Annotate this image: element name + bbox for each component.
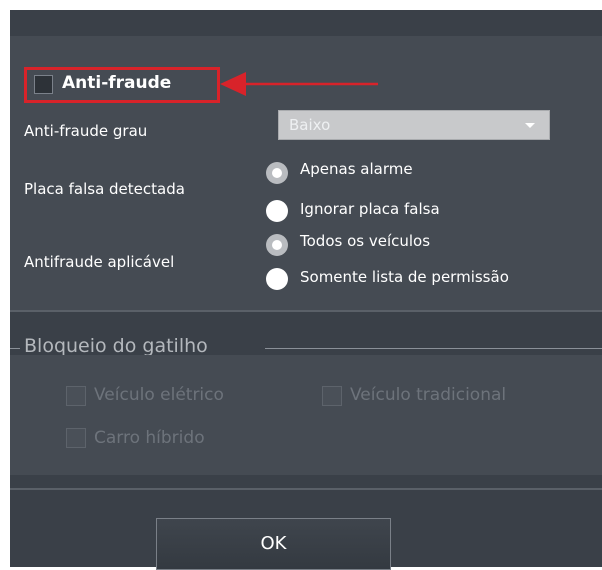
groupbox-border-right <box>265 348 602 349</box>
grade-label: Anti-fraude grau <box>24 122 148 140</box>
checkbox-traditional-vehicle[interactable] <box>322 386 342 406</box>
antifraud-checkbox[interactable] <box>34 75 53 94</box>
annotation-arrow-icon <box>220 72 378 96</box>
radio-allowlist-only-label: Somente lista de permissão <box>300 268 509 286</box>
grade-select-value: Baixo <box>289 116 331 134</box>
radio-ignore-fake-plate-label: Ignorar placa falsa <box>300 200 440 218</box>
fake-plate-label: Placa falsa detectada <box>24 180 185 198</box>
left-strip <box>0 10 10 567</box>
radio-allowlist-only[interactable] <box>266 268 288 290</box>
antifraud-toggle[interactable]: Anti-fraude <box>24 67 220 103</box>
antifraud-label: Anti-fraude <box>62 73 172 93</box>
checkbox-electric-vehicle[interactable] <box>66 386 86 406</box>
applicable-label: Antifraude aplicável <box>24 253 175 271</box>
radio-ignore-fake-plate[interactable] <box>266 200 288 222</box>
section-divider <box>10 310 602 312</box>
checkbox-traditional-vehicle-label: Veículo tradicional <box>350 385 507 405</box>
trigger-lock-title: Bloqueio do gatilho <box>24 335 208 357</box>
checkbox-electric-vehicle-label: Veículo elétrico <box>94 385 224 405</box>
grade-select[interactable]: Baixo <box>278 110 550 140</box>
radio-alarm-only-label: Apenas alarme <box>300 160 413 178</box>
ok-button[interactable]: OK <box>156 518 391 570</box>
footer-divider <box>10 488 602 490</box>
radio-alarm-only[interactable] <box>266 162 288 184</box>
checkbox-hybrid-car-label: Carro híbrido <box>94 428 205 448</box>
top-strip <box>0 0 602 10</box>
trigger-lock-group <box>10 355 602 475</box>
radio-all-vehicles[interactable] <box>266 234 288 256</box>
groupbox-border-left <box>10 348 20 349</box>
chevron-down-icon <box>525 123 535 128</box>
radio-all-vehicles-label: Todos os veículos <box>300 232 431 250</box>
settings-panel: Anti-fraude Anti-fraude grau Baixo Placa… <box>10 10 602 570</box>
checkbox-hybrid-car[interactable] <box>66 428 86 448</box>
